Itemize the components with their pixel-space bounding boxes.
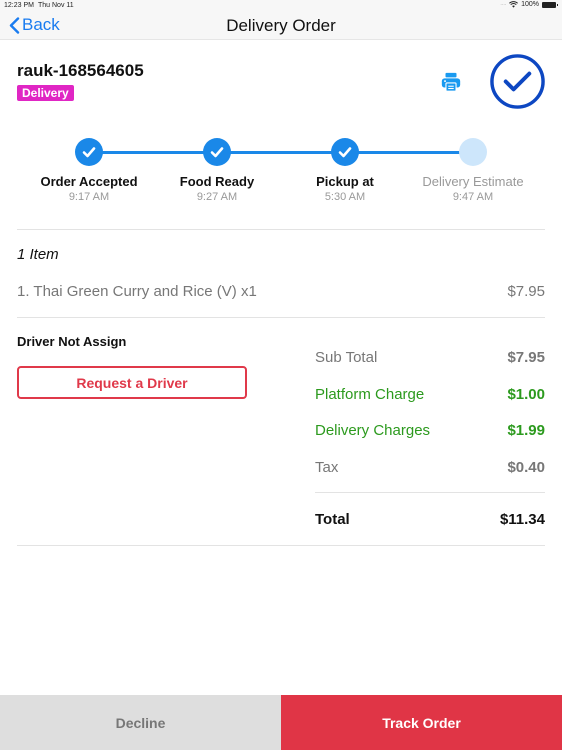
summary-label: Platform Charge [315,385,425,403]
item-price: $7.95 [507,283,545,300]
summary-row-total: Total $11.34 [315,511,545,528]
track-order-button[interactable]: Track Order [281,695,562,750]
item-name: 1. Thai Green Curry and Rice (V) x1 [17,283,257,300]
items-count: 1 Item [17,246,59,263]
divider [315,492,545,493]
status-bar: 12:23 PM Thu Nov 11 ···· 100% [0,0,562,12]
summary-row-tax: Tax $0.40 [315,459,545,496]
printer-icon[interactable] [440,71,462,93]
total-label: Total [315,511,350,528]
request-driver-button[interactable]: Request a Driver [17,366,247,399]
step-check-icon [75,138,103,166]
status-right: ···· 100% [500,1,558,8]
battery-icon [542,1,558,8]
driver-status: Driver Not Assign [17,334,127,349]
order-type-badge: Delivery [17,85,74,101]
decline-button[interactable]: Decline [0,695,281,750]
step-time: 9:17 AM [68,191,110,203]
list-item: 1. Thai Green Curry and Rice (V) x1 $7.9… [17,283,545,300]
step-label: Pickup at [316,174,374,189]
step-label: Food Ready [179,174,255,189]
check-circle-icon[interactable] [489,53,546,110]
divider [17,317,545,318]
nav-bar: Back Delivery Order [0,12,562,40]
order-summary: Sub Total $7.95 Platform Charge $1.00 De… [315,349,545,495]
summary-value: $0.40 [507,458,545,476]
order-id: rauk-168564605 [17,61,144,80]
step-delivery-estimate: Delivery Estimate 9:47 AM [403,138,543,203]
step-check-icon [331,138,359,166]
order-progress-stepper: Order Accepted 9:17 AM Food Ready 9:27 A… [0,138,562,208]
divider [17,545,545,546]
summary-label: Delivery Charges [315,422,431,439]
summary-label: Sub Total [315,349,378,366]
divider [17,229,545,230]
summary-label: Tax [315,458,339,476]
summary-value: $1.99 [507,422,545,439]
signal-icon: ···· [500,1,507,8]
summary-value: $7.95 [507,349,545,366]
step-time: 9:27 AM [196,191,238,203]
step-pending-dot-icon [459,138,487,166]
step-label: Order Accepted [40,174,138,189]
battery-percent: 100% [521,1,539,8]
status-date: Thu Nov 11 [38,2,74,9]
step-pickup: Pickup at 5:30 AM [275,138,415,203]
step-label: Delivery Estimate [422,174,524,189]
status-time: 12:23 PM [4,2,34,9]
summary-row-delivery-charges: Delivery Charges $1.99 [315,422,545,459]
summary-row-subtotal: Sub Total $7.95 [315,349,545,386]
summary-value: $1.00 [507,385,545,403]
step-time: 9:47 AM [452,191,494,203]
wifi-icon [509,1,519,8]
step-check-icon [203,138,231,166]
step-order-accepted: Order Accepted 9:17 AM [19,138,159,203]
footer-actions: Decline Track Order [0,695,562,750]
page-title: Delivery Order [226,16,336,35]
step-time: 5:30 AM [324,191,366,203]
step-food-ready: Food Ready 9:27 AM [147,138,287,203]
summary-row-platform-charge: Platform Charge $1.00 [315,386,545,423]
total-value: $11.34 [499,511,545,528]
